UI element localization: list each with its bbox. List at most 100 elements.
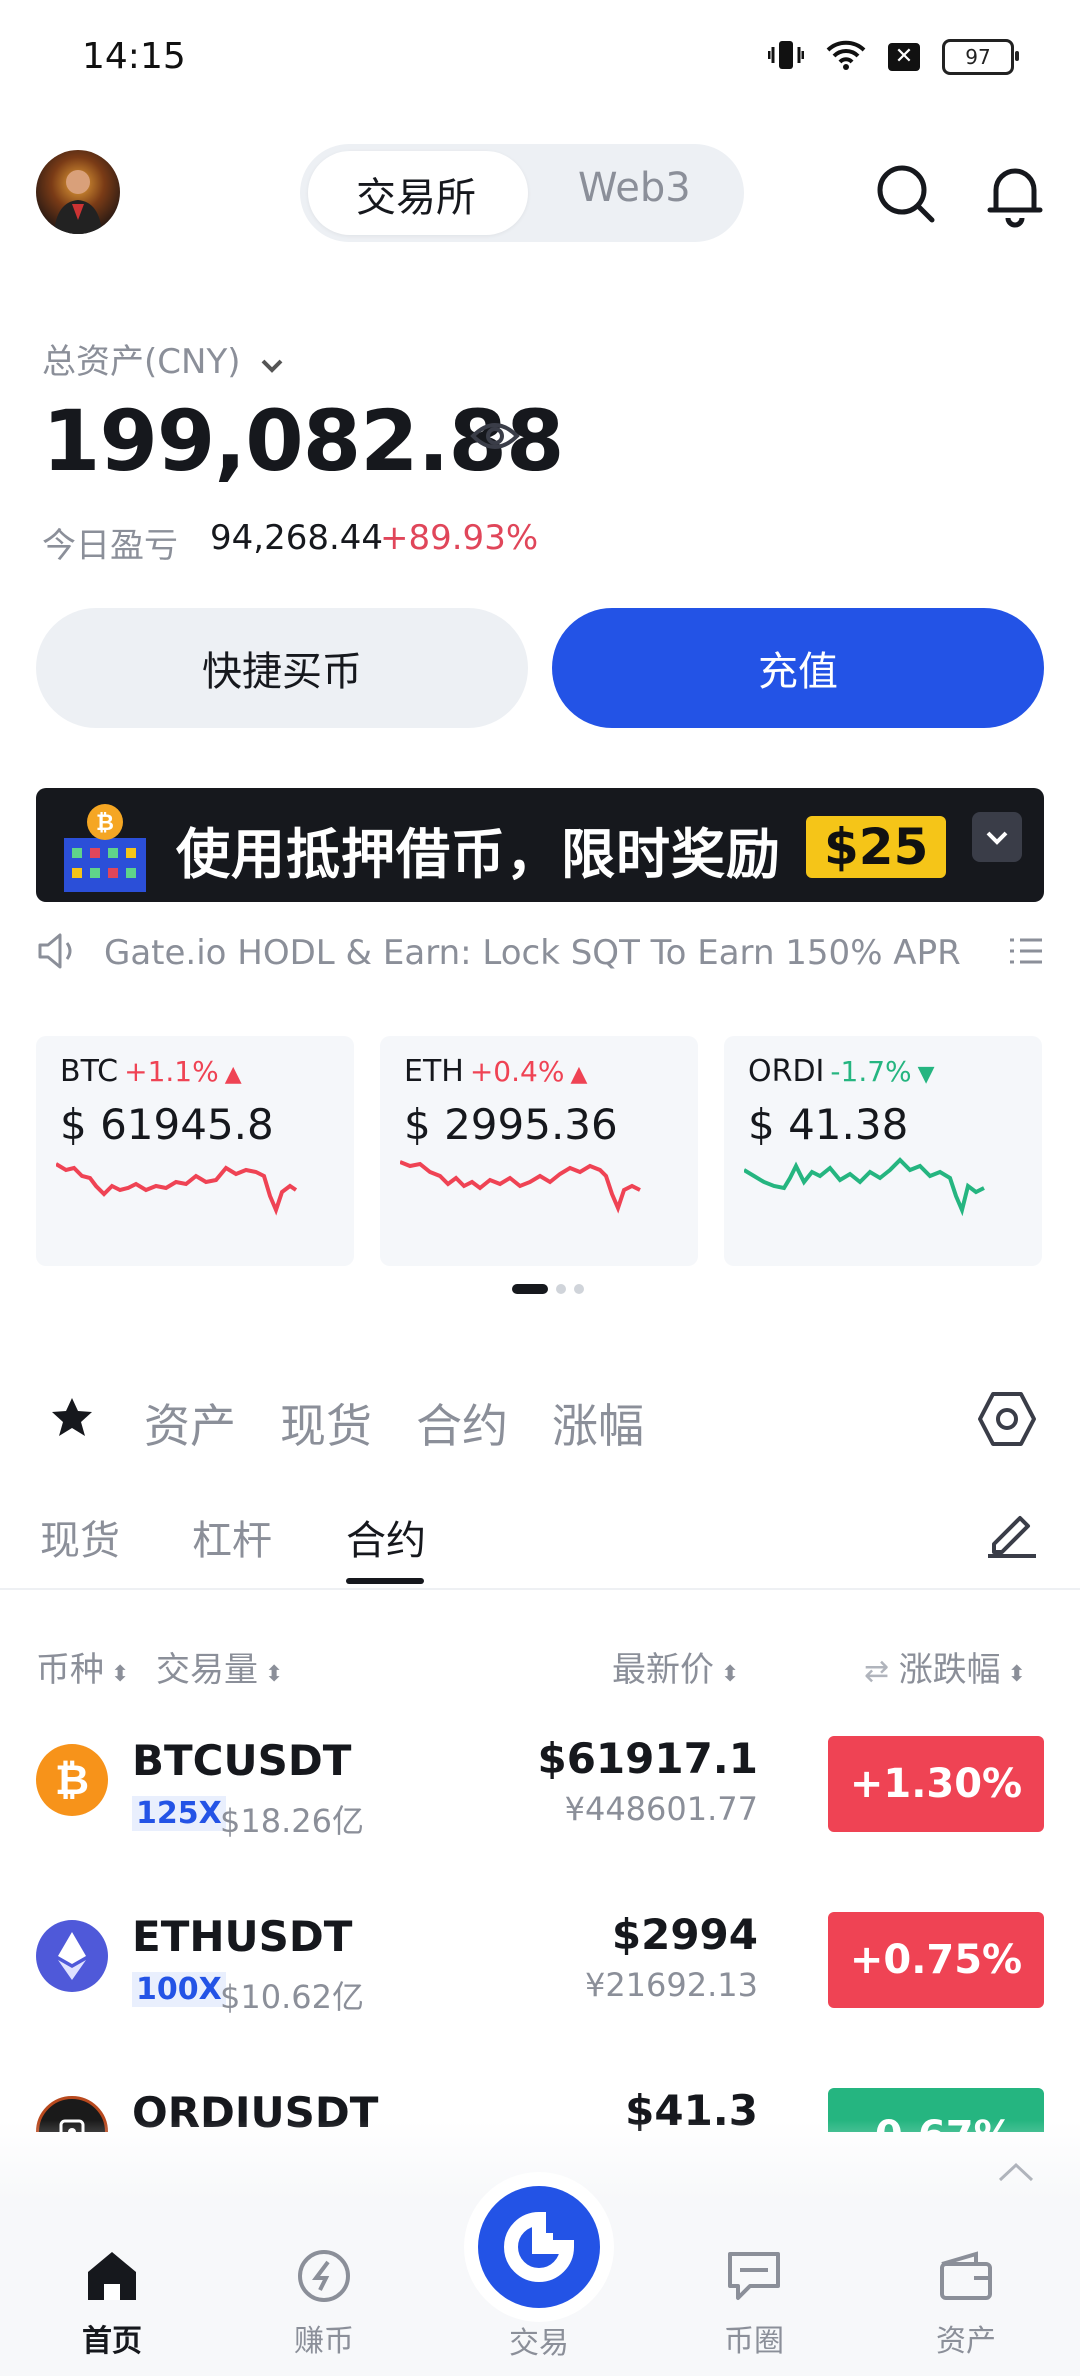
carousel-dot-active — [512, 1284, 548, 1294]
promo-banner[interactable]: ₿ 使用抵押借币，限时奖励 $25 — [36, 788, 1044, 902]
ticker-name: ETH — [404, 1054, 464, 1089]
arrow-up-icon: ▲ — [224, 1062, 242, 1087]
battery-icon: 97 — [942, 39, 1019, 75]
daily-pnl-percent: +89.93% — [380, 518, 539, 558]
banner-title: 使用抵押借币，限时奖励 — [176, 823, 781, 886]
svg-text:₿: ₿ — [96, 811, 114, 836]
speaker-icon — [36, 931, 80, 975]
nav-home-label: 首页 — [82, 2324, 142, 2359]
arrow-up-icon: ▲ — [570, 1062, 588, 1087]
col-change[interactable]: ⇄ 涨跌幅 ⬍ — [864, 1642, 1026, 1691]
tab-futures[interactable]: 合约 — [416, 1390, 508, 1456]
edit-icon[interactable] — [984, 1504, 1040, 1564]
ticker-sparkline — [56, 1162, 298, 1216]
sort-icon: ⬍ — [1000, 1662, 1027, 1687]
col-last-label: 最新价 — [612, 1650, 714, 1690]
pair-name: ETHUSDT — [132, 1912, 353, 1961]
ticker-card-eth[interactable]: ETH +0.4% ▲ $ 2995.36 — [380, 1036, 698, 1266]
cny-price: ¥21692.13 — [584, 1966, 758, 2004]
nav-home[interactable]: 首页 — [42, 2248, 182, 2360]
bell-icon[interactable] — [980, 158, 1050, 228]
nav-assets[interactable]: 资产 — [896, 2248, 1036, 2360]
search-icon[interactable] — [870, 158, 940, 228]
home-icon — [88, 2252, 136, 2300]
subtab-futures[interactable]: 合约 — [346, 1508, 426, 1566]
banner-reward-badge: $25 — [806, 816, 947, 878]
ticker-card-btc[interactable]: BTC +1.1% ▲ $ 61945.8 — [36, 1036, 354, 1266]
arrow-down-icon: ▼ — [917, 1062, 935, 1087]
carousel-dot — [556, 1284, 566, 1294]
tab-gainers[interactable]: 涨幅 — [552, 1390, 644, 1456]
battery-level: 97 — [965, 45, 991, 69]
ticker-change: +1.1% — [124, 1055, 219, 1088]
col-last-price[interactable]: 最新价 ⬍ — [612, 1642, 739, 1691]
tab-spot[interactable]: 现货 — [280, 1390, 372, 1456]
vibrate-icon — [767, 38, 805, 76]
col-volume-label: 交易量 — [156, 1650, 258, 1690]
subtab-spot[interactable]: 现货 — [40, 1508, 120, 1566]
deposit-button[interactable]: 充值 — [552, 608, 1044, 728]
leverage-badge: 100X — [132, 1972, 226, 2007]
bitcoin-building-icon: ₿ — [50, 798, 160, 898]
col-volume[interactable]: 交易量 ⬍ — [156, 1642, 283, 1691]
btc-coin-icon: ₿ — [36, 1744, 108, 1816]
last-price: $61917.1 — [537, 1734, 758, 1783]
ticker-price: $ 61945.8 — [60, 1100, 274, 1149]
nav-square-label: 币圈 — [724, 2324, 784, 2359]
col-coin-label: 币种 — [36, 1650, 104, 1690]
nav-square[interactable]: 币圈 — [684, 2248, 824, 2360]
eye-icon[interactable] — [470, 418, 520, 458]
volume: $10.62亿 — [220, 1978, 364, 2016]
tab-favorites[interactable] — [50, 1396, 94, 1442]
notification-icon: ✕ — [888, 43, 920, 71]
quick-buy-button[interactable]: 快捷买币 — [36, 608, 528, 728]
volume: $18.26亿 — [220, 1802, 364, 1840]
list-icon[interactable] — [1008, 936, 1044, 970]
ticker-price: $ 41.38 — [748, 1100, 909, 1149]
settings-hex-icon[interactable] — [976, 1388, 1038, 1454]
sort-icon: ⬍ — [258, 1662, 284, 1687]
ticker-change: +0.4% — [469, 1055, 565, 1088]
daily-pnl-value: 94,268.44 — [210, 518, 384, 558]
nav-earn[interactable]: 赚币 — [254, 2248, 394, 2360]
announcement-bar[interactable]: Gate.io HODL & Earn: Lock SQT To Earn 15… — [36, 928, 1044, 978]
tab-web3[interactable]: Web3 — [578, 165, 691, 211]
star-icon — [52, 1398, 92, 1436]
divider — [0, 1588, 1080, 1590]
subtab-active-indicator — [346, 1578, 424, 1584]
subtab-margin[interactable]: 杠杆 — [192, 1508, 272, 1566]
wallet-icon — [940, 2251, 992, 2300]
swap-icon: ⇄ — [864, 1654, 899, 1689]
change-badge: +1.30% — [828, 1736, 1044, 1832]
ticker-sparkline — [744, 1157, 985, 1217]
total-assets-label-text: 总资产(CNY) — [42, 342, 241, 382]
last-price: $2994 — [611, 1910, 758, 1959]
trade-button[interactable] — [478, 2186, 600, 2308]
scroll-top-icon[interactable] — [996, 2160, 1036, 2188]
total-assets-label[interactable]: 总资产(CNY) — [42, 334, 283, 383]
chevron-down-icon — [261, 350, 283, 380]
nav-earn-label: 赚币 — [294, 2324, 354, 2359]
daily-pnl-label: 今日盈亏 — [42, 526, 178, 566]
ticker-card-ordi[interactable]: ORDI -1.7% ▼ $ 41.38 — [724, 1036, 1042, 1266]
earn-icon — [298, 2250, 350, 2302]
ticker-sparkline — [400, 1160, 641, 1214]
avatar[interactable] — [36, 150, 120, 234]
wifi-icon — [826, 39, 866, 75]
carousel-indicator — [512, 1284, 584, 1294]
col-change-label: 涨跌幅 — [898, 1650, 1001, 1690]
leverage-badge: 125X — [132, 1796, 226, 1831]
sort-icon: ⬍ — [104, 1662, 130, 1687]
tab-assets[interactable]: 资产 — [144, 1390, 236, 1456]
announcement-text: Gate.io HODL & Earn: Lock SQT To Earn 15… — [104, 933, 961, 973]
banner-expand-icon[interactable] — [972, 812, 1022, 862]
ticker-change: -1.7% — [830, 1055, 912, 1088]
ticker-price: $ 2995.36 — [404, 1100, 618, 1149]
change-badge: +0.75% — [828, 1912, 1044, 2008]
col-coin[interactable]: 币种 ⬍ — [36, 1642, 129, 1691]
table-row[interactable]: ETHUSDT 100X $10.62亿 $2994 ¥21692.13 +0.… — [0, 1896, 1080, 2072]
tab-exchange[interactable]: 交易所 — [356, 165, 476, 223]
table-row[interactable]: ₿ BTCUSDT 125X $18.26亿 $61917.1 ¥448601.… — [0, 1720, 1080, 1896]
pair-name: BTCUSDT — [132, 1736, 352, 1785]
status-icons: ✕ 97 — [767, 38, 1019, 76]
